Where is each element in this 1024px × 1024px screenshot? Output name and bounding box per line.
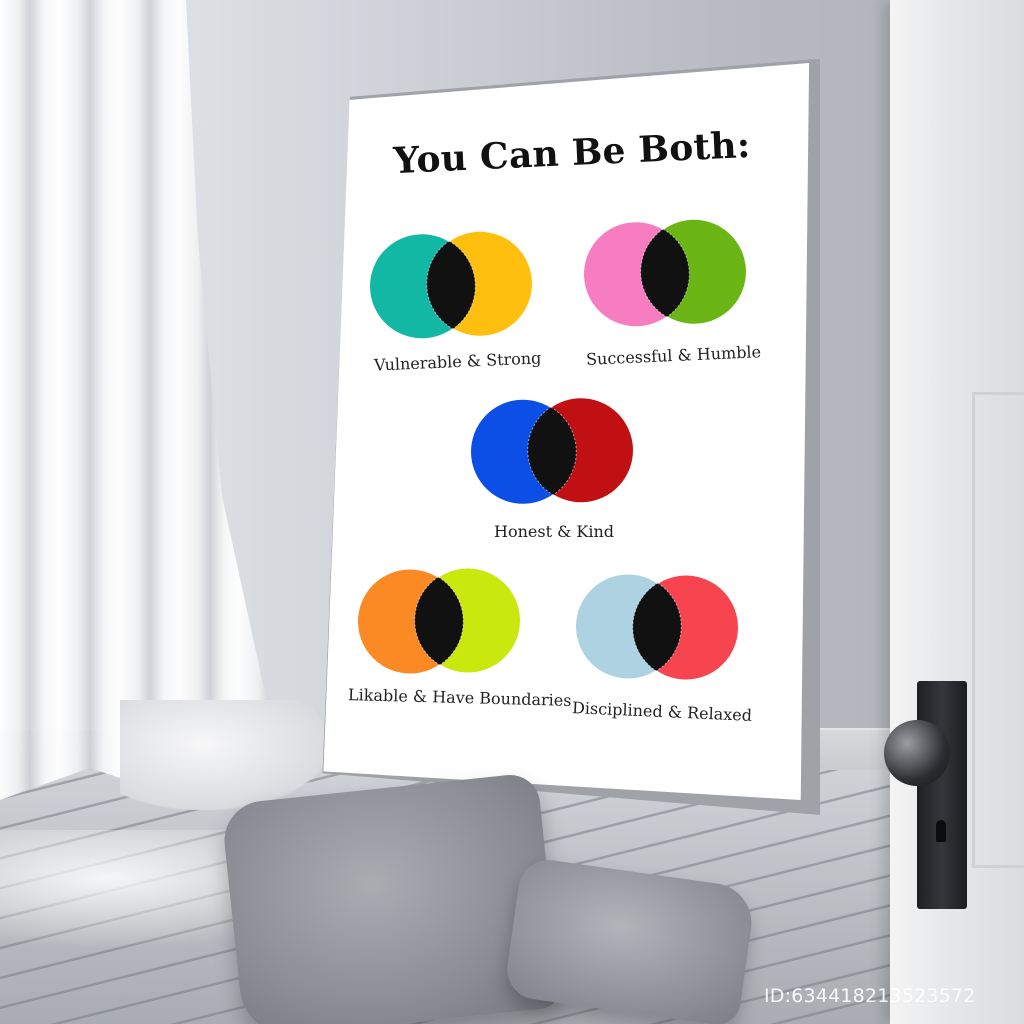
door-lock-plate bbox=[917, 681, 967, 909]
poster-title: You Can Be Both: bbox=[392, 123, 752, 183]
venn-honest-kind bbox=[466, 394, 639, 508]
label-vulnerable-strong: Vulnerable & Strong bbox=[373, 348, 542, 375]
label-honest-kind: Honest & Kind bbox=[494, 522, 615, 541]
venn-disciplined-relaxed bbox=[571, 571, 743, 684]
room-scene: You Can Be Both: Vulnerable & Strong Suc… bbox=[0, 0, 1024, 1024]
door-knob bbox=[884, 720, 950, 786]
gray-pillow-large bbox=[220, 772, 562, 1024]
venn-vulnerable-strong bbox=[364, 226, 539, 343]
poster-content: You Can Be Both: Vulnerable & Strong Suc… bbox=[322, 60, 814, 812]
watermark-id: ID:6344182135235​72 bbox=[764, 985, 976, 1007]
venn-likable-boundaries bbox=[353, 565, 525, 678]
door-panel bbox=[972, 392, 1024, 868]
label-disciplined-relaxed: Disciplined & Relaxed bbox=[571, 698, 753, 725]
label-likable-boundaries: Likable & Have Boundaries bbox=[347, 685, 572, 710]
label-successful-humble: Successful & Humble bbox=[585, 342, 762, 369]
curtain-fold bbox=[120, 700, 330, 810]
keyhole-icon bbox=[936, 820, 946, 842]
venn-successful-humble bbox=[578, 214, 753, 331]
